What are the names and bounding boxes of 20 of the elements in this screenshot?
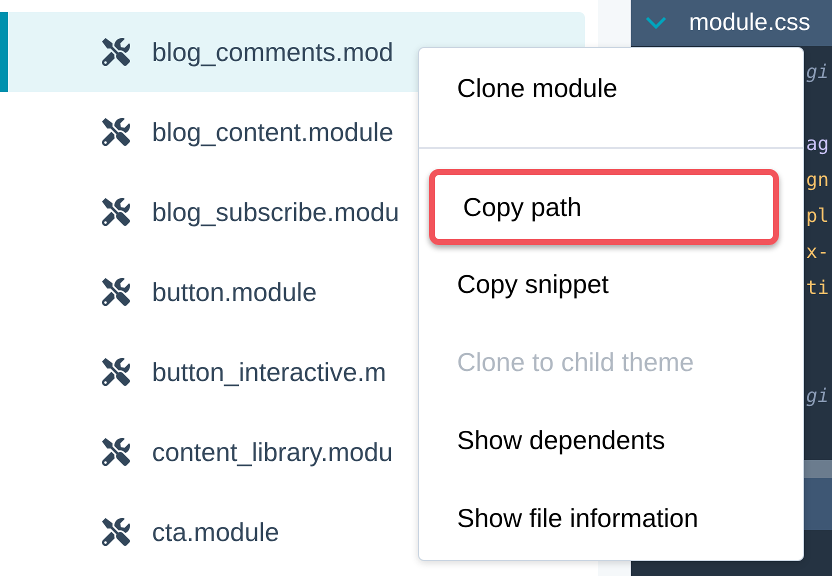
tools-icon: [102, 438, 130, 466]
code-line: gn: [806, 168, 830, 193]
tools-icon: [102, 38, 130, 66]
file-tab-label: module.css: [689, 9, 810, 37]
tools-icon: [102, 118, 130, 146]
code-line: x-: [806, 240, 830, 265]
code-line: gi: [806, 60, 830, 85]
code-line: pl: [806, 204, 830, 229]
menu-item[interactable]: Copy path: [429, 169, 779, 245]
code-line: ti: [806, 276, 830, 301]
menu-item[interactable]: Show file information: [419, 479, 803, 557]
tools-icon: [102, 278, 130, 306]
tools-icon: [102, 198, 130, 226]
menu-item[interactable]: Copy snippet: [419, 245, 803, 323]
menu-item[interactable]: Show dependents: [419, 401, 803, 479]
code-line: ag: [806, 132, 830, 157]
tools-icon: [102, 358, 130, 386]
tools-icon: [102, 518, 130, 546]
code-line: gi: [806, 384, 830, 409]
file-tab[interactable]: module.css: [631, 0, 832, 46]
